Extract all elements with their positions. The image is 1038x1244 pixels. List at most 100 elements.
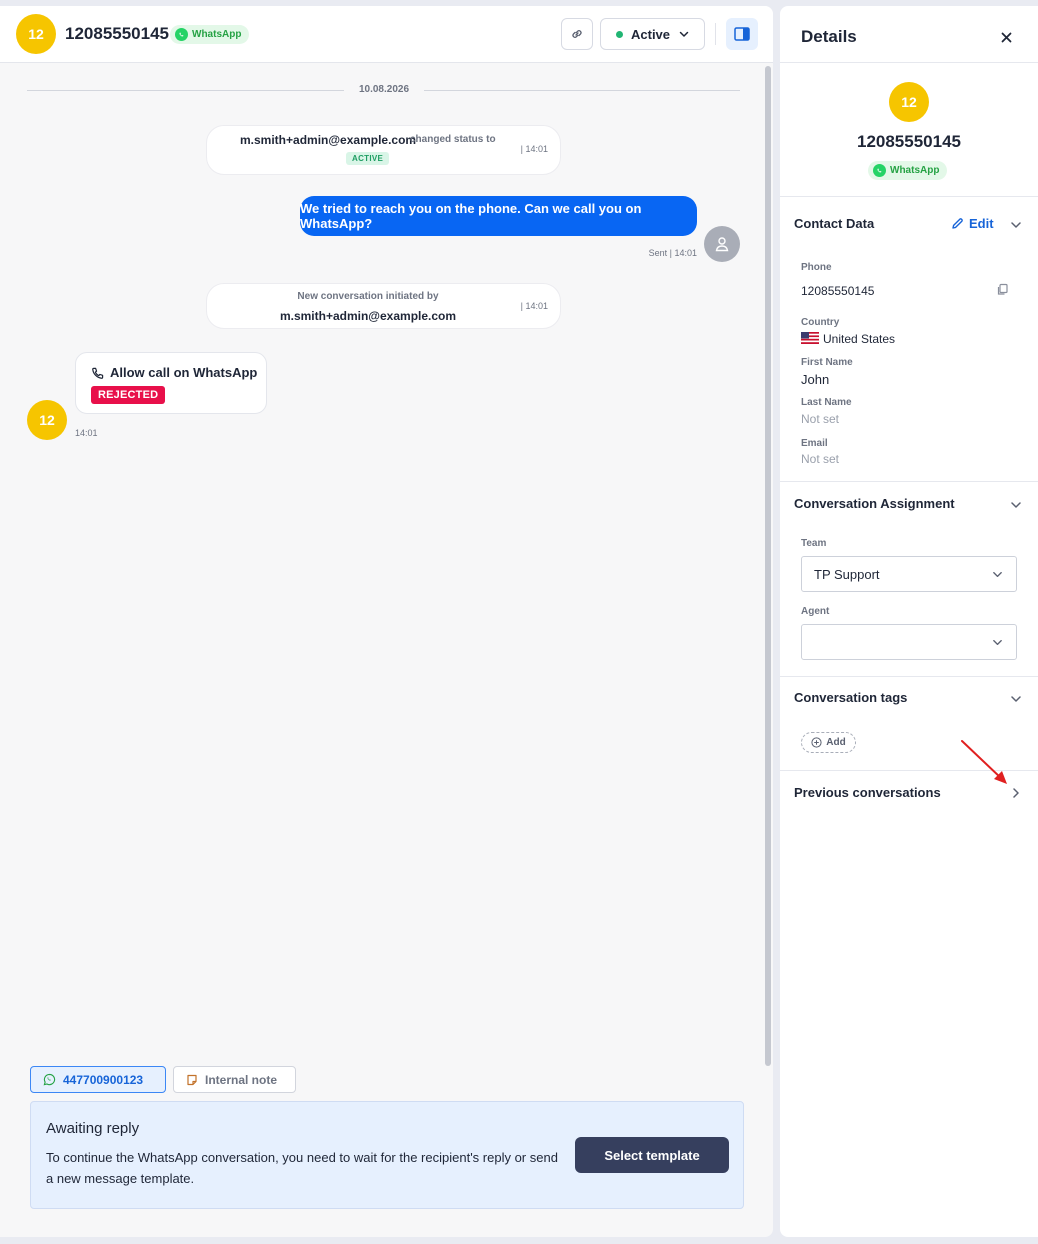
whatsapp-channel-badge: WhatsApp [170,25,250,44]
internal-note-label: Internal note [205,1072,278,1087]
awaiting-text: To continue the WhatsApp conversation, y… [46,1150,558,1186]
status-dropdown[interactable]: Active [600,18,705,50]
sidebar-panel-icon [734,27,750,41]
avatar-initials: 12 [28,26,44,42]
divider [780,676,1038,677]
status-chip: ACTIVE [346,152,390,165]
awaiting-title: Awaiting reply [46,1120,140,1137]
event-time: | 14:01 [520,144,548,154]
chevron-down-icon[interactable] [1009,498,1023,512]
copy-link-button[interactable] [561,18,593,50]
event-user: m.smith+admin@example.com [240,133,417,147]
event-user: m.smith+admin@example.com [279,309,457,323]
event-action: changed status to [410,134,496,145]
chevron-down-icon [993,639,1002,646]
select-template-button[interactable]: Select template [575,1137,729,1173]
team-label: Team [801,538,827,549]
copy-icon [997,283,1008,295]
chevron-down-icon [993,571,1002,578]
contact-phone-title: 12085550145 [65,24,170,43]
tab-whatsapp-channel[interactable]: 447700900123 [30,1066,166,1093]
whatsapp-icon [43,1073,56,1086]
team-value: TP Support [814,567,880,582]
agent-select[interactable] [801,624,1017,660]
details-panel: Details 12 12085550145 WhatsApp Contact … [780,6,1038,1237]
status-indicator-dot [616,30,623,38]
tab-internal-note[interactable]: Internal note [173,1066,296,1093]
rejected-badge: REJECTED [91,386,166,404]
channel-number: 447700900123 [63,1072,144,1087]
toggle-details-panel-button[interactable] [726,18,758,50]
previous-conversations-title[interactable]: Previous conversations [794,785,941,800]
pencil-icon [952,218,963,229]
add-tag-button[interactable]: Add [801,732,856,753]
whatsapp-channel-badge: WhatsApp [868,161,948,180]
incoming-message-time: 14:01 [75,428,98,438]
copy-phone-button[interactable] [996,283,1009,301]
status-change-event: m.smith+admin@example.com changed status… [206,125,561,175]
country-value: United States [801,332,895,346]
email-value: Not set [801,452,840,466]
divider [780,196,1038,197]
event-description: New conversation initiated by [297,291,439,302]
first-name-value: John [801,372,830,387]
incoming-message-title: Allow call on WhatsApp [110,365,258,380]
contact-phone: 12085550145 [856,132,961,151]
team-select[interactable]: TP Support [801,556,1017,592]
last-name-value: Not set [801,412,840,426]
email-label: Email [801,438,828,449]
contact-avatar: 12 [889,82,929,122]
chat-panel: 12 12085550145 WhatsApp Active 10.08.202… [0,6,773,1237]
assignment-title: Conversation Assignment [794,496,955,511]
us-flag-icon [801,332,819,344]
awaiting-reply-box: Awaiting reply To continue the WhatsApp … [30,1101,744,1209]
annotation-arrow-icon [961,740,1007,784]
conversation-initiated-event: New conversation initiated by m.smith+ad… [206,283,561,329]
chevron-down-icon[interactable] [1009,218,1023,232]
phone-icon [92,367,104,379]
details-title: Details [801,27,857,46]
status-label: Active [631,26,671,42]
event-time: | 14:01 [520,301,548,311]
country-name: United States [823,332,896,346]
date-separator-label: 10.08.2026 [344,84,424,95]
edit-contact-button[interactable]: Edit [951,216,994,231]
outgoing-message-meta: Sent | 14:01 [648,248,697,258]
divider [780,62,1038,63]
chat-scrollbar[interactable] [765,66,771,1066]
whatsapp-badge-label: WhatsApp [192,29,242,40]
edit-label: Edit [969,216,994,231]
agent-label: Agent [801,606,830,617]
whatsapp-icon [175,28,188,41]
agent-avatar [704,226,740,262]
phone-value: 12085550145 [801,284,875,298]
whatsapp-badge-label: WhatsApp [890,165,940,176]
outgoing-message-bubble: We tried to reach you on the phone. Can … [300,196,697,236]
contact-avatar-small: 12 [27,400,67,440]
close-icon [1001,32,1011,42]
chevron-down-icon [679,31,689,37]
country-label: Country [801,317,840,328]
plus-circle-icon [811,737,822,748]
chevron-down-icon[interactable] [1009,692,1023,706]
phone-label: Phone [801,262,832,273]
divider [780,481,1038,482]
first-name-label: First Name [801,357,853,368]
avatar-initials: 12 [39,412,55,428]
incoming-message-bubble: Allow call on WhatsApp REJECTED [75,352,267,414]
link-icon [572,30,582,38]
avatar-initials: 12 [901,94,917,110]
note-icon [187,1074,197,1085]
header-divider [715,23,716,45]
tags-title: Conversation tags [794,690,908,705]
whatsapp-icon [873,164,886,177]
close-details-button[interactable] [997,28,1015,46]
chat-header: 12 12085550145 WhatsApp Active [0,6,773,63]
user-icon [715,237,729,252]
add-tag-label: Add [826,737,846,748]
last-name-label: Last Name [801,397,852,408]
contact-avatar: 12 [16,14,56,54]
outgoing-message-text: We tried to reach you on the phone. Can … [300,201,642,231]
chevron-right-icon[interactable] [1009,786,1023,800]
contact-data-title: Contact Data [794,216,875,231]
